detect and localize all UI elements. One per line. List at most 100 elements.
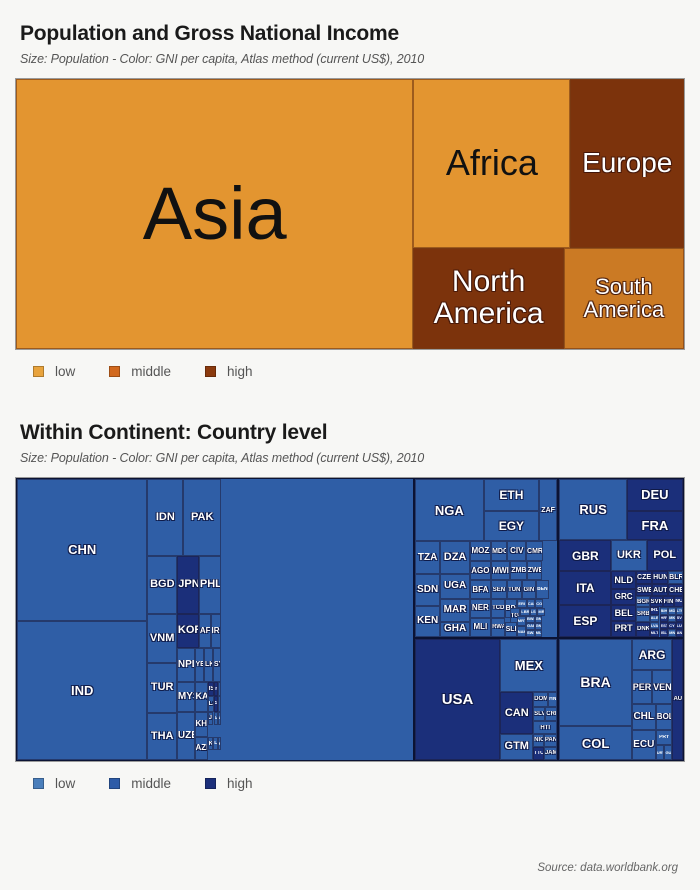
treemap-cell-vnm[interactable]: VNM bbox=[147, 614, 177, 664]
treemap-cell-idn[interactable]: IDN bbox=[147, 479, 184, 556]
treemap-cell-mys[interactable]: MYS bbox=[176, 682, 195, 712]
treemap-cell-gtm[interactable]: GTM bbox=[500, 733, 534, 760]
treemap-cell-bih[interactable]: BIH bbox=[659, 606, 669, 615]
treemap-cell-nic[interactable]: NIC bbox=[533, 733, 544, 747]
treemap-cell-npl[interactable]: NPL bbox=[176, 647, 195, 683]
treemap-cell-chn[interactable]: CHN bbox=[17, 479, 148, 621]
treemap-cell-ita[interactable]: ITA bbox=[559, 571, 612, 605]
treemap-cell-africa[interactable]: Africa bbox=[413, 79, 571, 248]
treemap-cell-asia[interactable]: Asia bbox=[16, 79, 414, 349]
treemap-cell-tjk[interactable]: TJK bbox=[218, 682, 222, 697]
treemap-cell-bfa[interactable]: BFA bbox=[469, 580, 492, 599]
treemap-cell-khm[interactable]: KHM bbox=[194, 711, 208, 737]
treemap-cell-ecu[interactable]: ECU bbox=[631, 730, 656, 760]
treemap-cell-mli[interactable]: MLI bbox=[469, 617, 492, 637]
legend-item-low[interactable]: low bbox=[33, 776, 75, 791]
treemap-cell-esp[interactable]: ESP bbox=[559, 604, 612, 637]
treemap-cell-irq[interactable]: IRQ bbox=[210, 614, 222, 648]
treemap-cell-swe[interactable]: SWE bbox=[636, 584, 653, 597]
treemap-cell-pak[interactable]: PAK bbox=[183, 479, 222, 556]
treemap-cell-deu[interactable]: DEU bbox=[626, 479, 683, 511]
treemap-cell-tur[interactable]: TUR bbox=[147, 663, 177, 713]
treemap-cell-gbr[interactable]: GBR bbox=[559, 539, 612, 572]
treemap-cell-tha[interactable]: THA bbox=[147, 712, 177, 760]
treemap-cell-uzb[interactable]: UZB bbox=[176, 711, 195, 760]
treemap-cell-mus[interactable]: MUS bbox=[534, 629, 543, 637]
treemap-cell-egy[interactable]: EGY bbox=[483, 511, 539, 542]
treemap-cell-mdg[interactable]: MDG bbox=[491, 541, 508, 562]
treemap-cell-kor[interactable]: KOR bbox=[176, 614, 199, 648]
treemap-cell-south-america[interactable]: South America bbox=[563, 247, 684, 349]
treemap-cell-irl[interactable]: IRL bbox=[649, 606, 660, 615]
treemap-cell-jam[interactable]: JAM bbox=[543, 746, 558, 760]
treemap-cell-svk[interactable]: SVK bbox=[649, 596, 663, 607]
treemap-cell-hrv[interactable]: HRV bbox=[659, 614, 669, 622]
treemap-cell-ben[interactable]: BEN bbox=[535, 580, 549, 599]
treemap-cell-prt[interactable]: PRT bbox=[611, 621, 636, 637]
treemap-cell-dom[interactable]: DOM bbox=[533, 692, 549, 707]
treemap-cell-guy[interactable]: GUY bbox=[664, 745, 673, 760]
treemap-cell-rwa[interactable]: RWA bbox=[491, 617, 505, 637]
treemap-cell-nam[interactable]: NAM bbox=[516, 626, 526, 637]
treemap-cell-north-america[interactable]: North America bbox=[413, 247, 564, 349]
treemap-cell-grc[interactable]: GRC bbox=[611, 588, 636, 606]
treemap-cell-afg[interactable]: AFG bbox=[198, 614, 211, 648]
treemap-cell-sdn[interactable]: SDN bbox=[414, 573, 441, 607]
treemap-cell-alb[interactable]: ALB bbox=[649, 614, 660, 622]
treemap-cell-sle[interactable]: SLE bbox=[504, 621, 517, 637]
treemap-cell-lva[interactable]: LVA bbox=[649, 621, 660, 630]
treemap-cell-bwa[interactable]: BWA bbox=[526, 615, 535, 623]
treemap-cell-zwe[interactable]: ZWE bbox=[526, 561, 543, 581]
treemap-cell-nga[interactable]: NGA bbox=[414, 479, 484, 542]
treemap-cell-che[interactable]: CHE bbox=[668, 584, 683, 597]
treemap-cell-gin[interactable]: GIN bbox=[521, 580, 536, 599]
treemap-cell-hun[interactable]: HUN bbox=[652, 571, 669, 585]
treemap-cell-per[interactable]: PER bbox=[631, 670, 653, 705]
treemap-cell-ner[interactable]: NER bbox=[469, 598, 492, 618]
treemap-cell-isr[interactable]: ISR bbox=[207, 682, 215, 697]
treemap-cell-col[interactable]: COL bbox=[559, 726, 632, 760]
treemap-cell-cog[interactable]: COG bbox=[535, 598, 544, 609]
treemap-cell-ago[interactable]: AGO bbox=[469, 561, 492, 581]
treemap-cell-aut[interactable]: AUT bbox=[652, 584, 669, 597]
treemap-cell-dnk[interactable]: DNK bbox=[636, 621, 650, 637]
treemap-cell-mar[interactable]: MAR bbox=[440, 598, 470, 622]
treemap-cell-hti[interactable]: HTI bbox=[533, 721, 558, 734]
treemap-cell-nor[interactable]: NOR bbox=[674, 596, 683, 607]
legend-item-high[interactable]: high bbox=[205, 364, 253, 379]
treemap-cell-pan[interactable]: PAN bbox=[543, 733, 558, 747]
treemap-cell-blr[interactable]: BLR bbox=[668, 571, 683, 585]
treemap-cell-tcd[interactable]: TCD bbox=[491, 598, 505, 618]
treemap-cell-aus[interactable]: AUS bbox=[672, 638, 683, 760]
treemap-cell-can[interactable]: CAN bbox=[500, 692, 534, 734]
treemap-cell-mda[interactable]: MDA bbox=[668, 606, 676, 615]
treemap-cell-mex[interactable]: MEX bbox=[500, 638, 558, 693]
treemap-cell-gnb[interactable]: GNB bbox=[534, 622, 543, 630]
treemap-cell-ven[interactable]: VEN bbox=[652, 670, 673, 705]
legend-item-middle[interactable]: middle bbox=[109, 776, 171, 791]
treemap-cell-tto[interactable]: TTO bbox=[533, 746, 544, 760]
treemap-cell-ury[interactable]: URY bbox=[655, 745, 665, 760]
treemap-cell-moz[interactable]: MOZ bbox=[469, 541, 492, 562]
legend-item-low[interactable]: low bbox=[33, 364, 75, 379]
treemap-cell-ltu[interactable]: LTU bbox=[675, 606, 683, 615]
treemap-cell-zaf[interactable]: ZAF bbox=[538, 479, 558, 542]
treemap-cell-mwi[interactable]: MWI bbox=[491, 561, 511, 581]
treemap-cell-bgd[interactable]: BGD bbox=[147, 555, 178, 614]
treemap-cell-bra[interactable]: BRA bbox=[559, 638, 632, 727]
treemap-cell-uga[interactable]: UGA bbox=[440, 573, 470, 599]
treemap-cell-mrt[interactable]: MRT bbox=[537, 608, 545, 616]
treemap-cell-srb[interactable]: SRB bbox=[636, 606, 650, 622]
treemap-cell-bol[interactable]: BOL bbox=[655, 704, 673, 731]
treemap-cell-tun[interactable]: TUN bbox=[506, 580, 522, 599]
treemap-cell-gmb[interactable]: GMB bbox=[534, 615, 543, 623]
treemap-cell-civ[interactable]: CIV bbox=[507, 541, 526, 562]
treemap-cell-lka[interactable]: LKA bbox=[204, 647, 213, 683]
treemap-cell-lbr[interactable]: LBR bbox=[520, 608, 530, 616]
treemap-cell-mrt2[interactable]: MRT bbox=[516, 615, 526, 627]
treemap-group-europe[interactable]: RUS DEU FRA GBR ITA ESP UKR POL NLD GRC BEL PRT CZE H… bbox=[558, 478, 684, 638]
treemap-cell-sen[interactable]: SEN bbox=[491, 580, 507, 599]
treemap-cell-bel[interactable]: BEL bbox=[611, 605, 636, 622]
treemap-cell-eth[interactable]: ETH bbox=[483, 479, 539, 512]
treemap-cell-svn[interactable]: SVN bbox=[675, 614, 683, 622]
